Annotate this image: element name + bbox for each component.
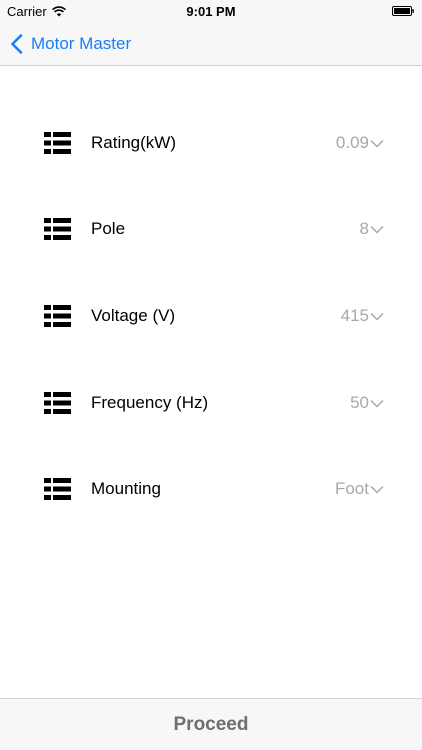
frequency-label: Frequency (Hz) (91, 393, 209, 412)
chevron-left-icon (11, 33, 23, 54)
mounting-label: Mounting (91, 479, 161, 498)
back-button-label: Motor Master (31, 33, 132, 53)
list-icon (44, 478, 71, 500)
navigation-bar: Motor Master (0, 22, 422, 66)
voltage-row[interactable]: Voltage (V) 415 (0, 286, 422, 346)
voltage-label: Voltage (V) (91, 306, 176, 325)
voltage-dropdown[interactable]: 415 (341, 306, 384, 326)
proceed-label: Proceed (173, 713, 249, 735)
pole-row[interactable]: Pole 8 (0, 199, 422, 259)
list-icon (44, 305, 71, 327)
chevron-down-icon (370, 225, 384, 234)
list-icon (44, 132, 71, 154)
rating-dropdown[interactable]: 0.09 (336, 133, 384, 153)
proceed-button[interactable]: Proceed (0, 698, 422, 750)
mounting-value: Foot (334, 479, 369, 498)
frequency-value: 50 (350, 393, 369, 412)
pole-dropdown[interactable]: 8 (360, 219, 384, 239)
rating-row[interactable]: Rating(kW) 0.09 (0, 113, 422, 173)
back-button[interactable]: Motor Master (10, 22, 131, 65)
list-icon (44, 218, 71, 240)
list-icon (44, 392, 71, 414)
status-time: 9:01 PM (186, 4, 236, 19)
frequency-dropdown[interactable]: 50 (350, 393, 384, 413)
chevron-down-icon (370, 139, 384, 148)
chevron-down-icon (370, 312, 384, 321)
chevron-down-icon (370, 485, 384, 494)
frequency-row[interactable]: Frequency (Hz) 50 (0, 373, 422, 433)
rating-label: Rating(kW) (91, 133, 177, 152)
mounting-dropdown[interactable]: Foot (335, 479, 384, 499)
pole-value: 8 (359, 219, 369, 238)
mounting-row[interactable]: Mounting Foot (0, 459, 422, 519)
chevron-down-icon (370, 399, 384, 408)
pole-label: Pole (91, 219, 126, 238)
rating-value: 0.09 (335, 133, 369, 152)
battery-icon (392, 6, 414, 16)
voltage-value: 415 (340, 306, 369, 325)
status-bar: Carrier 9:01 PM (0, 0, 422, 22)
